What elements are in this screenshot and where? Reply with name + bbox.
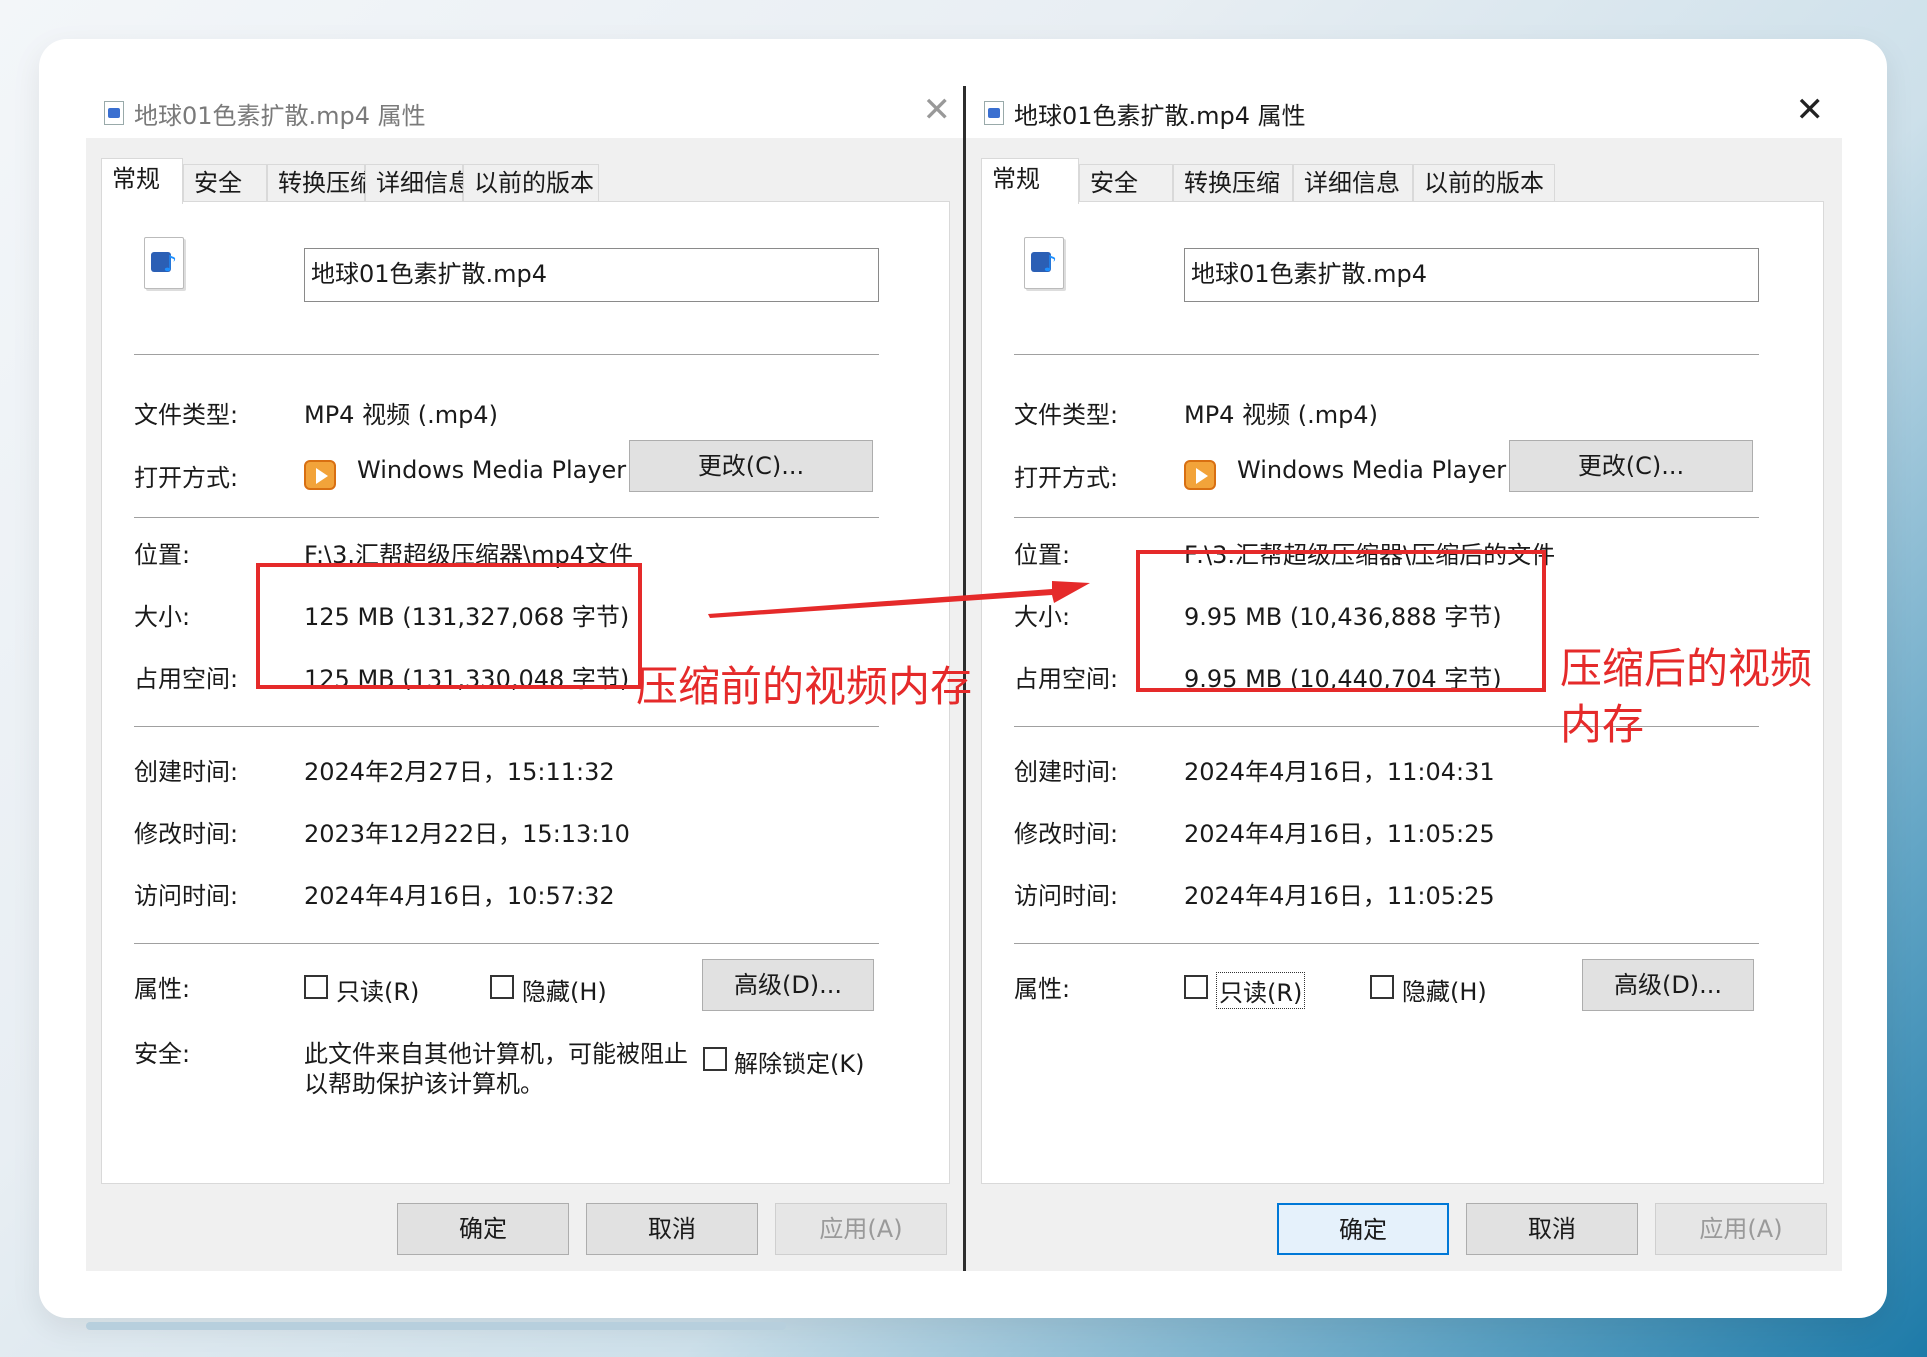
accessed-label: 访问时间: xyxy=(134,882,239,910)
apply-button[interactable]: 应用(A) xyxy=(775,1203,947,1255)
modified-label: 修改时间: xyxy=(134,820,239,848)
readonly-checkbox[interactable] xyxy=(1184,975,1208,999)
cancel-button[interactable]: 取消 xyxy=(586,1203,758,1255)
separator xyxy=(1014,354,1759,355)
advanced-button[interactable]: 高级(D)... xyxy=(1582,959,1754,1011)
file-type-label: 文件类型: xyxy=(134,401,239,429)
created-label: 创建时间: xyxy=(134,758,239,786)
size-on-disk-label: 占用空间: xyxy=(1014,665,1119,693)
tab-previous-versions[interactable]: 以前的版本 xyxy=(463,164,599,202)
windows-media-player-icon xyxy=(1184,460,1216,490)
file-icon xyxy=(984,101,1004,125)
annotation-after-line2: 内存 xyxy=(1560,700,1645,749)
separator xyxy=(1014,517,1759,518)
tab-details[interactable]: 详细信息 xyxy=(1293,164,1413,202)
tab-bar: 常规 安全 转换压缩 详细信息 以前的版本 xyxy=(981,158,1841,204)
filename-input[interactable]: 地球01色素扩散.mp4 xyxy=(304,248,879,302)
windows-media-player-icon xyxy=(304,460,336,490)
tab-security[interactable]: 安全 xyxy=(183,164,267,202)
separator xyxy=(134,517,879,518)
tab-previous-versions[interactable]: 以前的版本 xyxy=(1413,164,1555,202)
tab-convert-compress[interactable]: 转换压缩 xyxy=(267,164,374,202)
accessed-value: 2024年4月16日，10:57:32 xyxy=(304,882,615,910)
readonly-label[interactable]: 只读(R) xyxy=(336,972,419,1007)
highlight-box-before xyxy=(256,563,642,689)
attributes-label: 属性: xyxy=(1014,975,1071,1003)
close-icon[interactable]: ✕ xyxy=(923,90,952,130)
separator xyxy=(1014,943,1759,944)
close-icon[interactable]: ✕ xyxy=(1796,90,1825,130)
video-file-icon xyxy=(144,237,184,289)
dialog-title: 地球01色素扩散.mp4 属性 xyxy=(134,102,426,130)
tab-details[interactable]: 详细信息 xyxy=(365,164,472,202)
accessed-value: 2024年4月16日，11:05:25 xyxy=(1184,882,1495,910)
ok-button[interactable]: 确定 xyxy=(397,1203,569,1255)
tab-convert-compress[interactable]: 转换压缩 xyxy=(1173,164,1293,202)
open-with-value: Windows Media Player xyxy=(357,456,627,484)
separator xyxy=(1014,726,1759,727)
annotation-after-line1: 压缩后的视频 xyxy=(1560,644,1813,693)
highlight-box-after xyxy=(1136,550,1546,692)
open-with-label: 打开方式: xyxy=(1014,464,1119,492)
size-on-disk-label: 占用空间: xyxy=(134,665,239,693)
readonly-label[interactable]: 只读(R) xyxy=(1216,972,1306,1009)
created-label: 创建时间: xyxy=(1014,758,1119,786)
created-value: 2024年4月16日，11:04:31 xyxy=(1184,758,1495,786)
separator xyxy=(134,943,879,944)
location-label: 位置: xyxy=(134,541,191,569)
accessed-label: 访问时间: xyxy=(1014,882,1119,910)
file-type-value: MP4 视频 (.mp4) xyxy=(304,401,498,429)
advanced-button[interactable]: 高级(D)... xyxy=(702,959,874,1011)
tab-general[interactable]: 常规 xyxy=(981,158,1079,204)
security-label: 安全: xyxy=(134,1040,191,1068)
location-label: 位置: xyxy=(1014,541,1071,569)
modified-value: 2024年4月16日，11:05:25 xyxy=(1184,820,1495,848)
tab-bar: 常规 安全 转换压缩 详细信息 以前的版本 xyxy=(101,158,961,204)
filename-input[interactable]: 地球01色素扩散.mp4 xyxy=(1184,248,1759,302)
hidden-label[interactable]: 隐藏(H) xyxy=(1402,972,1487,1007)
open-with-label: 打开方式: xyxy=(134,464,239,492)
change-button[interactable]: 更改(C)... xyxy=(1509,440,1753,492)
modified-value: 2023年12月22日，15:13:10 xyxy=(304,820,630,848)
title-bar: 地球01色素扩散.mp4 属性 ✕ xyxy=(966,86,1842,138)
apply-button[interactable]: 应用(A) xyxy=(1655,1203,1827,1255)
size-label: 大小: xyxy=(1014,603,1071,631)
file-type-label: 文件类型: xyxy=(1014,401,1119,429)
ok-button[interactable]: 确定 xyxy=(1277,1203,1449,1255)
unblock-label[interactable]: 解除锁定(K) xyxy=(734,1044,864,1079)
file-type-value: MP4 视频 (.mp4) xyxy=(1184,401,1378,429)
annotation-before: 压缩前的视频内存 xyxy=(636,662,973,711)
hidden-checkbox[interactable] xyxy=(490,975,514,999)
title-bar: 地球01色素扩散.mp4 属性 ✕ xyxy=(86,86,969,138)
modified-label: 修改时间: xyxy=(1014,820,1119,848)
readonly-checkbox[interactable] xyxy=(304,975,328,999)
change-button[interactable]: 更改(C)... xyxy=(629,440,873,492)
created-value: 2024年2月27日，15:11:32 xyxy=(304,758,615,786)
separator xyxy=(134,354,879,355)
dialog-title: 地球01色素扩散.mp4 属性 xyxy=(1014,102,1306,130)
file-icon xyxy=(104,101,124,125)
horizontal-scrollbar[interactable] xyxy=(86,1322,786,1330)
security-text-line2: 以帮助保护该计算机。 xyxy=(304,1070,544,1098)
cancel-button[interactable]: 取消 xyxy=(1466,1203,1638,1255)
tab-security[interactable]: 安全 xyxy=(1079,164,1173,202)
attributes-label: 属性: xyxy=(134,975,191,1003)
size-label: 大小: xyxy=(134,603,191,631)
tab-general[interactable]: 常规 xyxy=(101,158,183,204)
open-with-value: Windows Media Player xyxy=(1237,456,1507,484)
video-file-icon xyxy=(1024,237,1064,289)
separator xyxy=(134,726,879,727)
unblock-checkbox[interactable] xyxy=(703,1047,727,1071)
hidden-checkbox[interactable] xyxy=(1370,975,1394,999)
hidden-label[interactable]: 隐藏(H) xyxy=(522,972,607,1007)
